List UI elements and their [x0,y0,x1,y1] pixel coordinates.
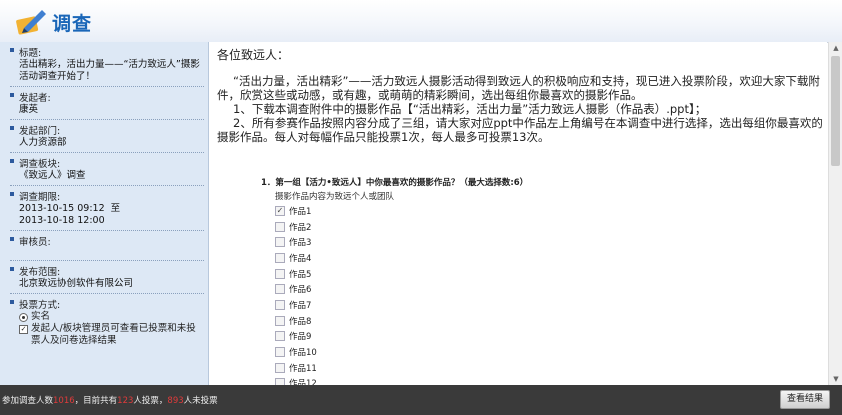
info-title-value: 活出精彩，活出力量——“活力致远人”摄影活动调查开始了！ [19,59,200,82]
footer-bar: 参加调查人数1016，目前共有123人投票，893人未投票 查看结果 [0,385,842,415]
option-row[interactable]: 作品10 [275,344,317,360]
option-checkbox[interactable] [275,252,285,263]
info-dept: 发起部门: 人力资源部 [10,120,204,153]
question-subtitle: 摄影作品内容为致远个人或团队 [275,192,395,202]
option-row[interactable]: 作品12 [275,376,317,385]
page-title: 调查 [52,13,93,35]
info-scope-label: 发布范围: [10,264,204,278]
info-dept-value: 人力资源部 [19,137,67,148]
view-results-button[interactable]: 查看结果 [780,390,830,409]
vote-option-label: 发起人/板块管理员可查看已投票和未投票人及问卷选择结果 [31,323,196,346]
info-board-value: 《致远人》调查 [19,170,86,181]
info-vote: 投票方式: 实名 ✓ 发起人/板块管理员可查看已投票和未投票人及问卷选择结果 [10,294,204,350]
info-initiator-label: 发起者: [10,90,204,104]
survey-content: 各位致远人： “活出力量，活出精彩”——活力致远人摄影活动得到致远人的积极响应和… [209,42,827,385]
option-row[interactable]: 作品4 [275,250,317,266]
info-period: 调查期限: 2013-10-15 09:12 至 2013-10-18 12:0… [10,186,204,231]
info-period-label: 调查期限: [10,189,204,203]
option-label: 作品2 [289,222,312,233]
option-checkbox[interactable] [275,315,285,326]
info-auditor-label: 审核员: [10,234,204,248]
option-row[interactable]: 作品5 [275,266,317,282]
info-scope-value: 北京致远协创软件有限公司 [19,278,134,289]
option-checkbox[interactable] [275,268,285,279]
page-header: 调查 [0,0,842,43]
option-label: 作品1 [289,206,312,217]
question-options: ✓ 作品1 作品2 作品3 作品4 作品5 作品6 作品7 作品8 作品9 作品10 作品11 作品12 [275,203,317,385]
option-row[interactable]: 作品6 [275,281,317,297]
option-label: 作品6 [289,285,312,296]
info-period-start-row: 2013-10-15 09:12 至 [10,203,204,215]
option-row[interactable]: 作品7 [275,297,317,313]
stat-mid2: 人投票， [133,396,168,406]
option-checkbox[interactable] [275,378,285,385]
option-checkbox[interactable] [275,221,285,232]
survey-info-panel: 标题: 活出精彩，活出力量——“活力致远人”摄影活动调查开始了！ 发起者: 康英… [0,42,209,385]
question-title: 1．第一组【活力•致远人】中你最喜欢的摄影作品？（最大选择数:6） [261,178,529,188]
survey-logo-icon [16,10,46,35]
vote-mode-radio [19,313,28,322]
stat-mid: ，目前共有 [74,396,118,406]
info-initiator: 发起者: 康英 [10,87,204,120]
option-checkbox[interactable] [275,362,285,373]
info-board-label: 调查板块: [10,156,204,170]
option-row[interactable]: ✓ 作品1 [275,203,317,219]
info-auditor: 审核员: [10,231,204,261]
info-period-to: 至 [110,203,121,214]
option-label: 作品11 [289,363,317,374]
option-label: 作品4 [289,253,312,264]
description-para-3: 2、所有参赛作品按照内容分成了三组，请大家对应ppt中作品左上角编号在本调查中进… [217,116,823,144]
info-board: 调查板块: 《致远人》调查 [10,153,204,186]
stat-suffix: 人未投票 [183,396,218,406]
info-title: 标题: 活出精彩，活出力量——“活力致远人”摄影活动调查开始了！ [10,42,204,87]
info-period-end: 2013-10-18 12:00 [19,215,105,226]
vote-option-checkbox: ✓ [19,325,28,334]
info-initiator-value: 康英 [19,104,39,115]
scrollbar-thumb[interactable] [831,56,840,166]
content-scrollbar[interactable]: ▲ ▼ [828,42,842,385]
stat-prefix: 参加调查人数 [2,396,54,406]
vote-mode-label: 实名 [31,311,51,322]
option-row[interactable]: 作品3 [275,234,317,250]
info-period-start: 2013-10-15 09:12 [19,203,105,214]
option-label: 作品10 [289,348,317,359]
option-checkbox[interactable] [275,299,285,310]
option-row[interactable]: 作品2 [275,219,317,235]
option-label: 作品8 [289,316,312,327]
option-checkbox[interactable]: ✓ [275,205,285,216]
option-row[interactable]: 作品9 [275,329,317,345]
info-vote-label: 投票方式: [10,297,204,311]
option-label: 作品9 [289,332,312,343]
option-checkbox[interactable] [275,331,285,342]
option-row[interactable]: 作品11 [275,360,317,376]
scroll-up-icon[interactable]: ▲ [829,42,842,54]
info-title-label: 标题: [10,45,204,59]
option-checkbox[interactable] [275,347,285,358]
option-label: 作品7 [289,300,312,311]
scroll-down-icon[interactable]: ▼ [829,373,842,385]
vote-option-row: ✓ 发起人/板块管理员可查看已投票和未投票人及问卷选择结果 [10,323,204,347]
info-dept-label: 发起部门: [10,123,204,137]
vote-mode-row: 实名 [10,311,204,323]
survey-description: “活出力量，活出精彩”——活力致远人摄影活动得到致远人的积极响应和支持，现已进入… [217,74,825,144]
description-para-2: 1、下载本调查附件中的摄影作品【“活出精彩，活出力量”活力致远人摄影（作品表）.… [233,102,707,116]
option-checkbox[interactable] [275,284,285,295]
info-scope: 发布范围: 北京致远协创软件有限公司 [10,261,204,294]
option-label: 作品3 [289,238,312,249]
option-row[interactable]: 作品8 [275,313,317,329]
stat-not-voted: 893 [167,396,184,406]
stat-total: 1016 [53,396,75,406]
stat-voted: 123 [117,396,134,406]
description-para-1: “活出力量，活出精彩”——活力致远人摄影活动得到致远人的积极响应和支持，现已进入… [217,74,820,102]
vote-statistics: 参加调查人数1016，目前共有123人投票，893人未投票 [2,394,218,406]
option-label: 作品5 [289,269,312,280]
greeting: 各位致远人： [217,48,290,62]
option-checkbox[interactable] [275,237,285,248]
option-label: 作品12 [289,379,317,385]
